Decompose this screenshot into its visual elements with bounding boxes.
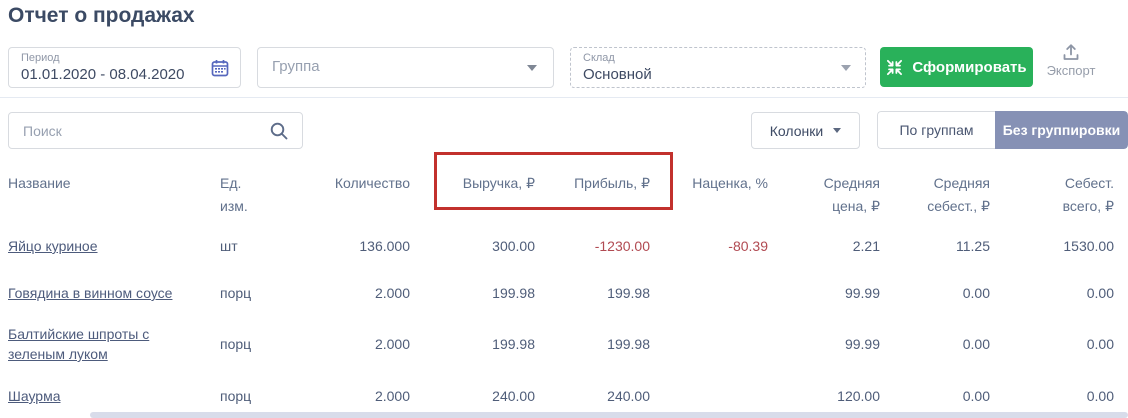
table-cell: 2.000 <box>294 270 410 316</box>
col-header-total-cost[interactable]: Себест. всего, ₽ <box>990 162 1114 222</box>
generate-button-label: Сформировать <box>912 59 1026 76</box>
toggle-no-grouping[interactable]: Без группировки <box>995 111 1128 149</box>
group-placeholder: Группа <box>272 58 320 75</box>
table-body: Яйцо куриноешт136.000300.00-1230.00-80.3… <box>8 222 1114 418</box>
sales-report-table: Название Ед. изм. Количество Выручка, ₽ … <box>8 162 1114 418</box>
col-header-avg-cost[interactable]: Средняя себест., ₽ <box>880 162 990 222</box>
grouping-toggle: По группам Без группировки <box>877 111 1128 149</box>
sales-report-page: Отчет о продажах Период 01.01.2020 - 08.… <box>0 0 1128 418</box>
table-cell: 2.21 <box>768 222 880 270</box>
product-name-link[interactable]: Балтийские шпроты с зеленым луком <box>8 316 220 372</box>
warehouse-value: Основной <box>583 65 853 84</box>
search-icon[interactable] <box>269 121 289 141</box>
export-upload-icon <box>1062 44 1080 61</box>
generate-report-button[interactable]: Сформировать <box>880 47 1033 87</box>
table-cell: 1530.00 <box>990 222 1114 270</box>
table-cell: 136.000 <box>294 222 410 270</box>
chevron-down-icon <box>833 128 841 133</box>
col-header-profit[interactable]: Прибыль, ₽ <box>535 162 650 222</box>
compress-arrows-icon <box>886 59 903 76</box>
table-cell: 199.98 <box>535 316 650 372</box>
period-label: Период <box>21 52 228 65</box>
table-cell: 300.00 <box>410 222 535 270</box>
horizontal-scrollbar[interactable] <box>90 412 1128 418</box>
table-cell: -1230.00 <box>535 222 650 270</box>
table-cell <box>650 316 768 372</box>
divider <box>0 97 1128 98</box>
table-cell: 2.000 <box>294 316 410 372</box>
col-header-unit[interactable]: Ед. изм. <box>220 162 294 222</box>
table-header-row: Название Ед. изм. Количество Выручка, ₽ … <box>8 162 1114 222</box>
table-cell: 99.99 <box>768 316 880 372</box>
col-header-revenue[interactable]: Выручка, ₽ <box>410 162 535 222</box>
table-cell: порц <box>220 270 294 316</box>
period-field[interactable]: Период 01.01.2020 - 08.04.2020 <box>8 47 241 88</box>
group-select[interactable]: Группа <box>257 47 554 88</box>
calendar-icon[interactable] <box>211 59 229 77</box>
table-cell: 199.98 <box>410 316 535 372</box>
table-cell: 0.00 <box>990 270 1114 316</box>
page-title: Отчет о продажах <box>8 4 195 28</box>
col-header-avg-price[interactable]: Средняя цена, ₽ <box>768 162 880 222</box>
columns-button[interactable]: Колонки <box>751 112 860 149</box>
chevron-down-icon <box>841 65 851 71</box>
table-cell: порц <box>220 316 294 372</box>
export-button[interactable]: Экспорт <box>1040 44 1102 86</box>
table-row: Балтийские шпроты с зеленым лукомпорц2.0… <box>8 316 1114 372</box>
toggle-by-groups[interactable]: По группам <box>877 111 995 149</box>
table-cell: шт <box>220 222 294 270</box>
search-box <box>8 112 303 149</box>
table-cell: 199.98 <box>535 270 650 316</box>
table-row: Яйцо куриноешт136.000300.00-1230.00-80.3… <box>8 222 1114 270</box>
columns-button-label: Колонки <box>770 123 823 139</box>
table-cell: 99.99 <box>768 270 880 316</box>
table-cell: 199.98 <box>410 270 535 316</box>
table-cell: 0.00 <box>990 316 1114 372</box>
table-cell: -80.39 <box>650 222 768 270</box>
chevron-down-icon <box>527 65 537 71</box>
export-label: Экспорт <box>1040 63 1102 78</box>
period-value: 01.01.2020 - 08.04.2020 <box>21 65 228 84</box>
product-name-link[interactable]: Говядина в винном соусе <box>8 270 220 316</box>
table-row: Говядина в винном соусепорц2.000199.9819… <box>8 270 1114 316</box>
search-input[interactable] <box>9 113 302 148</box>
col-header-name[interactable]: Название <box>8 162 220 222</box>
warehouse-select[interactable]: Склад Основной <box>570 47 866 88</box>
product-name-link[interactable]: Яйцо куриное <box>8 222 220 270</box>
col-header-quantity[interactable]: Количество <box>294 162 410 222</box>
warehouse-label: Склад <box>583 52 853 65</box>
col-header-markup[interactable]: Наценка, % <box>650 162 768 222</box>
table-cell: 0.00 <box>880 316 990 372</box>
table-cell <box>650 270 768 316</box>
table-cell: 11.25 <box>880 222 990 270</box>
table-cell: 0.00 <box>880 270 990 316</box>
